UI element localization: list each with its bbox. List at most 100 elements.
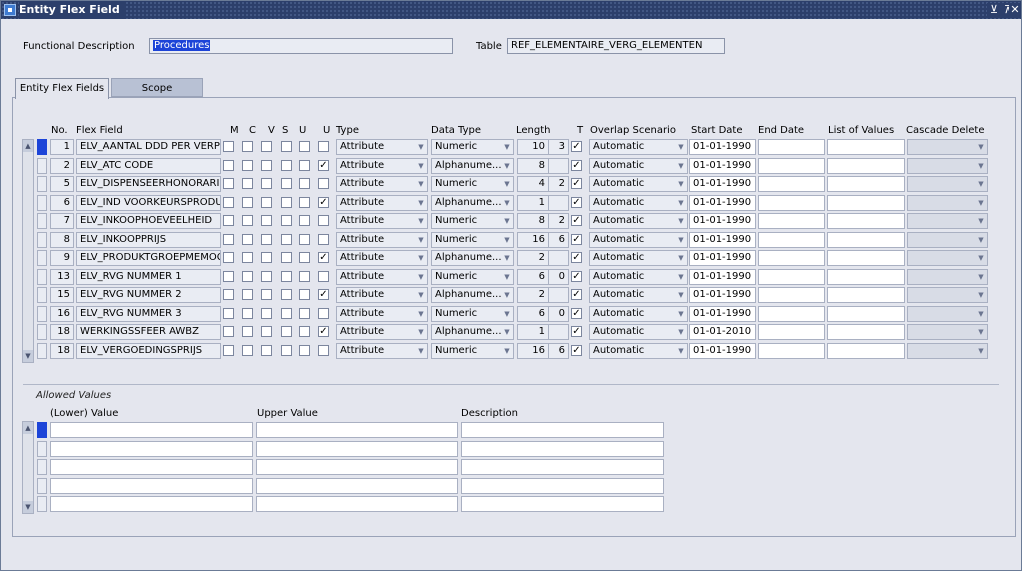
checkbox-u2[interactable] <box>318 215 329 226</box>
list-of-values-field[interactable] <box>827 343 905 359</box>
list-of-values-field[interactable] <box>827 324 905 340</box>
chevron-down-icon[interactable]: ▼ <box>675 251 687 265</box>
checkbox-m[interactable] <box>223 197 234 208</box>
chevron-down-icon[interactable]: ▼ <box>975 177 987 191</box>
data-type-select[interactable]: Alphanume... ▼ <box>431 324 514 340</box>
chevron-down-icon[interactable]: ▼ <box>501 214 513 228</box>
end-date-field[interactable] <box>758 250 825 266</box>
list-of-values-field[interactable] <box>827 250 905 266</box>
checkbox-u1[interactable] <box>299 160 310 171</box>
list-of-values-field[interactable] <box>827 176 905 192</box>
checkbox-v[interactable] <box>261 289 272 300</box>
checkbox-c[interactable] <box>242 271 253 282</box>
checkbox-t[interactable]: ✓ <box>571 326 582 337</box>
list-of-values-field[interactable] <box>827 287 905 303</box>
decimals-field[interactable]: 3 <box>549 139 569 155</box>
checkbox-s[interactable] <box>281 326 292 337</box>
checkbox-u1[interactable] <box>299 345 310 356</box>
checkbox-c[interactable] <box>242 197 253 208</box>
flex-field-name[interactable]: ELV_VERGOEDINGSPRIJS <box>76 343 221 359</box>
upper-value-field[interactable] <box>256 459 458 475</box>
list-of-values-field[interactable] <box>827 232 905 248</box>
checkbox-t[interactable]: ✓ <box>571 234 582 245</box>
decimals-field[interactable] <box>549 250 569 266</box>
chevron-down-icon[interactable]: ▼ <box>415 177 427 191</box>
overlap-scenario-select[interactable]: Automatic ▼ <box>589 306 688 322</box>
minimize-icon[interactable]: ⊻ <box>987 3 1001 17</box>
overlap-scenario-select[interactable]: Automatic ▼ <box>589 139 688 155</box>
cascade-delete-select[interactable]: ▼ <box>907 324 988 340</box>
start-date-field[interactable]: 01-01-1990 <box>689 213 756 229</box>
checkbox-u1[interactable] <box>299 215 310 226</box>
checkbox-t[interactable]: ✓ <box>571 271 582 282</box>
checkbox-v[interactable] <box>261 160 272 171</box>
checkbox-t[interactable]: ✓ <box>571 141 582 152</box>
decimals-field[interactable]: 0 <box>549 269 569 285</box>
overlap-scenario-select[interactable]: Automatic ▼ <box>589 287 688 303</box>
checkbox-u2[interactable]: ✓ <box>318 252 329 263</box>
chevron-down-icon[interactable]: ▼ <box>501 196 513 210</box>
checkbox-s[interactable] <box>281 141 292 152</box>
chevron-down-icon[interactable]: ▼ <box>675 140 687 154</box>
checkbox-c[interactable] <box>242 308 253 319</box>
checkbox-v[interactable] <box>261 141 272 152</box>
list-of-values-field[interactable] <box>827 213 905 229</box>
checkbox-c[interactable] <box>242 178 253 189</box>
chevron-down-icon[interactable]: ▼ <box>501 325 513 339</box>
data-type-select[interactable]: Numeric ▼ <box>431 232 514 248</box>
data-type-select[interactable]: Alphanume... ▼ <box>431 195 514 211</box>
decimals-field[interactable]: 2 <box>549 213 569 229</box>
end-date-field[interactable] <box>758 324 825 340</box>
checkbox-s[interactable] <box>281 289 292 300</box>
decimals-field[interactable] <box>549 324 569 340</box>
row-indicator[interactable] <box>37 250 47 266</box>
checkbox-t[interactable]: ✓ <box>571 160 582 171</box>
description-field[interactable] <box>461 478 664 494</box>
overlap-scenario-select[interactable]: Automatic ▼ <box>589 176 688 192</box>
start-date-field[interactable]: 01-01-1990 <box>689 139 756 155</box>
checkbox-m[interactable] <box>223 234 234 245</box>
checkbox-v[interactable] <box>261 326 272 337</box>
checkbox-u1[interactable] <box>299 308 310 319</box>
list-of-values-field[interactable] <box>827 139 905 155</box>
checkbox-c[interactable] <box>242 160 253 171</box>
data-type-select[interactable]: Numeric ▼ <box>431 306 514 322</box>
flex-field-name[interactable]: ELV_IND VOORKEURSPRODUC <box>76 195 221 211</box>
overlap-scenario-select[interactable]: Automatic ▼ <box>589 250 688 266</box>
checkbox-v[interactable] <box>261 308 272 319</box>
cascade-delete-select[interactable]: ▼ <box>907 343 988 359</box>
chevron-down-icon[interactable]: ▼ <box>975 270 987 284</box>
checkbox-t[interactable]: ✓ <box>571 197 582 208</box>
row-indicator[interactable] <box>37 496 47 512</box>
length-field[interactable]: 6 <box>517 306 549 322</box>
checkbox-u2[interactable] <box>318 345 329 356</box>
end-date-field[interactable] <box>758 269 825 285</box>
start-date-field[interactable]: 01-01-1990 <box>689 269 756 285</box>
chevron-down-icon[interactable]: ▼ <box>501 251 513 265</box>
row-indicator[interactable] <box>37 306 47 322</box>
row-indicator[interactable] <box>37 441 47 457</box>
chevron-down-icon[interactable]: ▼ <box>501 307 513 321</box>
chevron-down-icon[interactable]: ▼ <box>975 140 987 154</box>
chevron-down-icon[interactable]: ▼ <box>975 325 987 339</box>
chevron-down-icon[interactable]: ▼ <box>415 325 427 339</box>
type-select[interactable]: Attribute ▼ <box>336 324 428 340</box>
type-select[interactable]: Attribute ▼ <box>336 306 428 322</box>
length-field[interactable]: 16 <box>517 343 549 359</box>
grid-scrollbar[interactable]: ▲ ▼ <box>22 139 34 363</box>
checkbox-t[interactable]: ✓ <box>571 215 582 226</box>
checkbox-u1[interactable] <box>299 234 310 245</box>
flex-field-name[interactable]: WERKINGSSFEER AWBZ <box>76 324 221 340</box>
description-field[interactable] <box>461 496 664 512</box>
chevron-down-icon[interactable]: ▼ <box>675 307 687 321</box>
length-field[interactable]: 1 <box>517 324 549 340</box>
flex-field-name[interactable]: ELV_AANTAL DDD PER VERP <box>76 139 221 155</box>
lower-value-field[interactable] <box>50 441 253 457</box>
row-indicator[interactable] <box>37 213 47 229</box>
chevron-down-icon[interactable]: ▼ <box>675 214 687 228</box>
length-field[interactable]: 16 <box>517 232 549 248</box>
scroll-down-icon[interactable]: ▼ <box>23 501 33 513</box>
chevron-down-icon[interactable]: ▼ <box>501 159 513 173</box>
checkbox-c[interactable] <box>242 326 253 337</box>
checkbox-u2[interactable] <box>318 141 329 152</box>
